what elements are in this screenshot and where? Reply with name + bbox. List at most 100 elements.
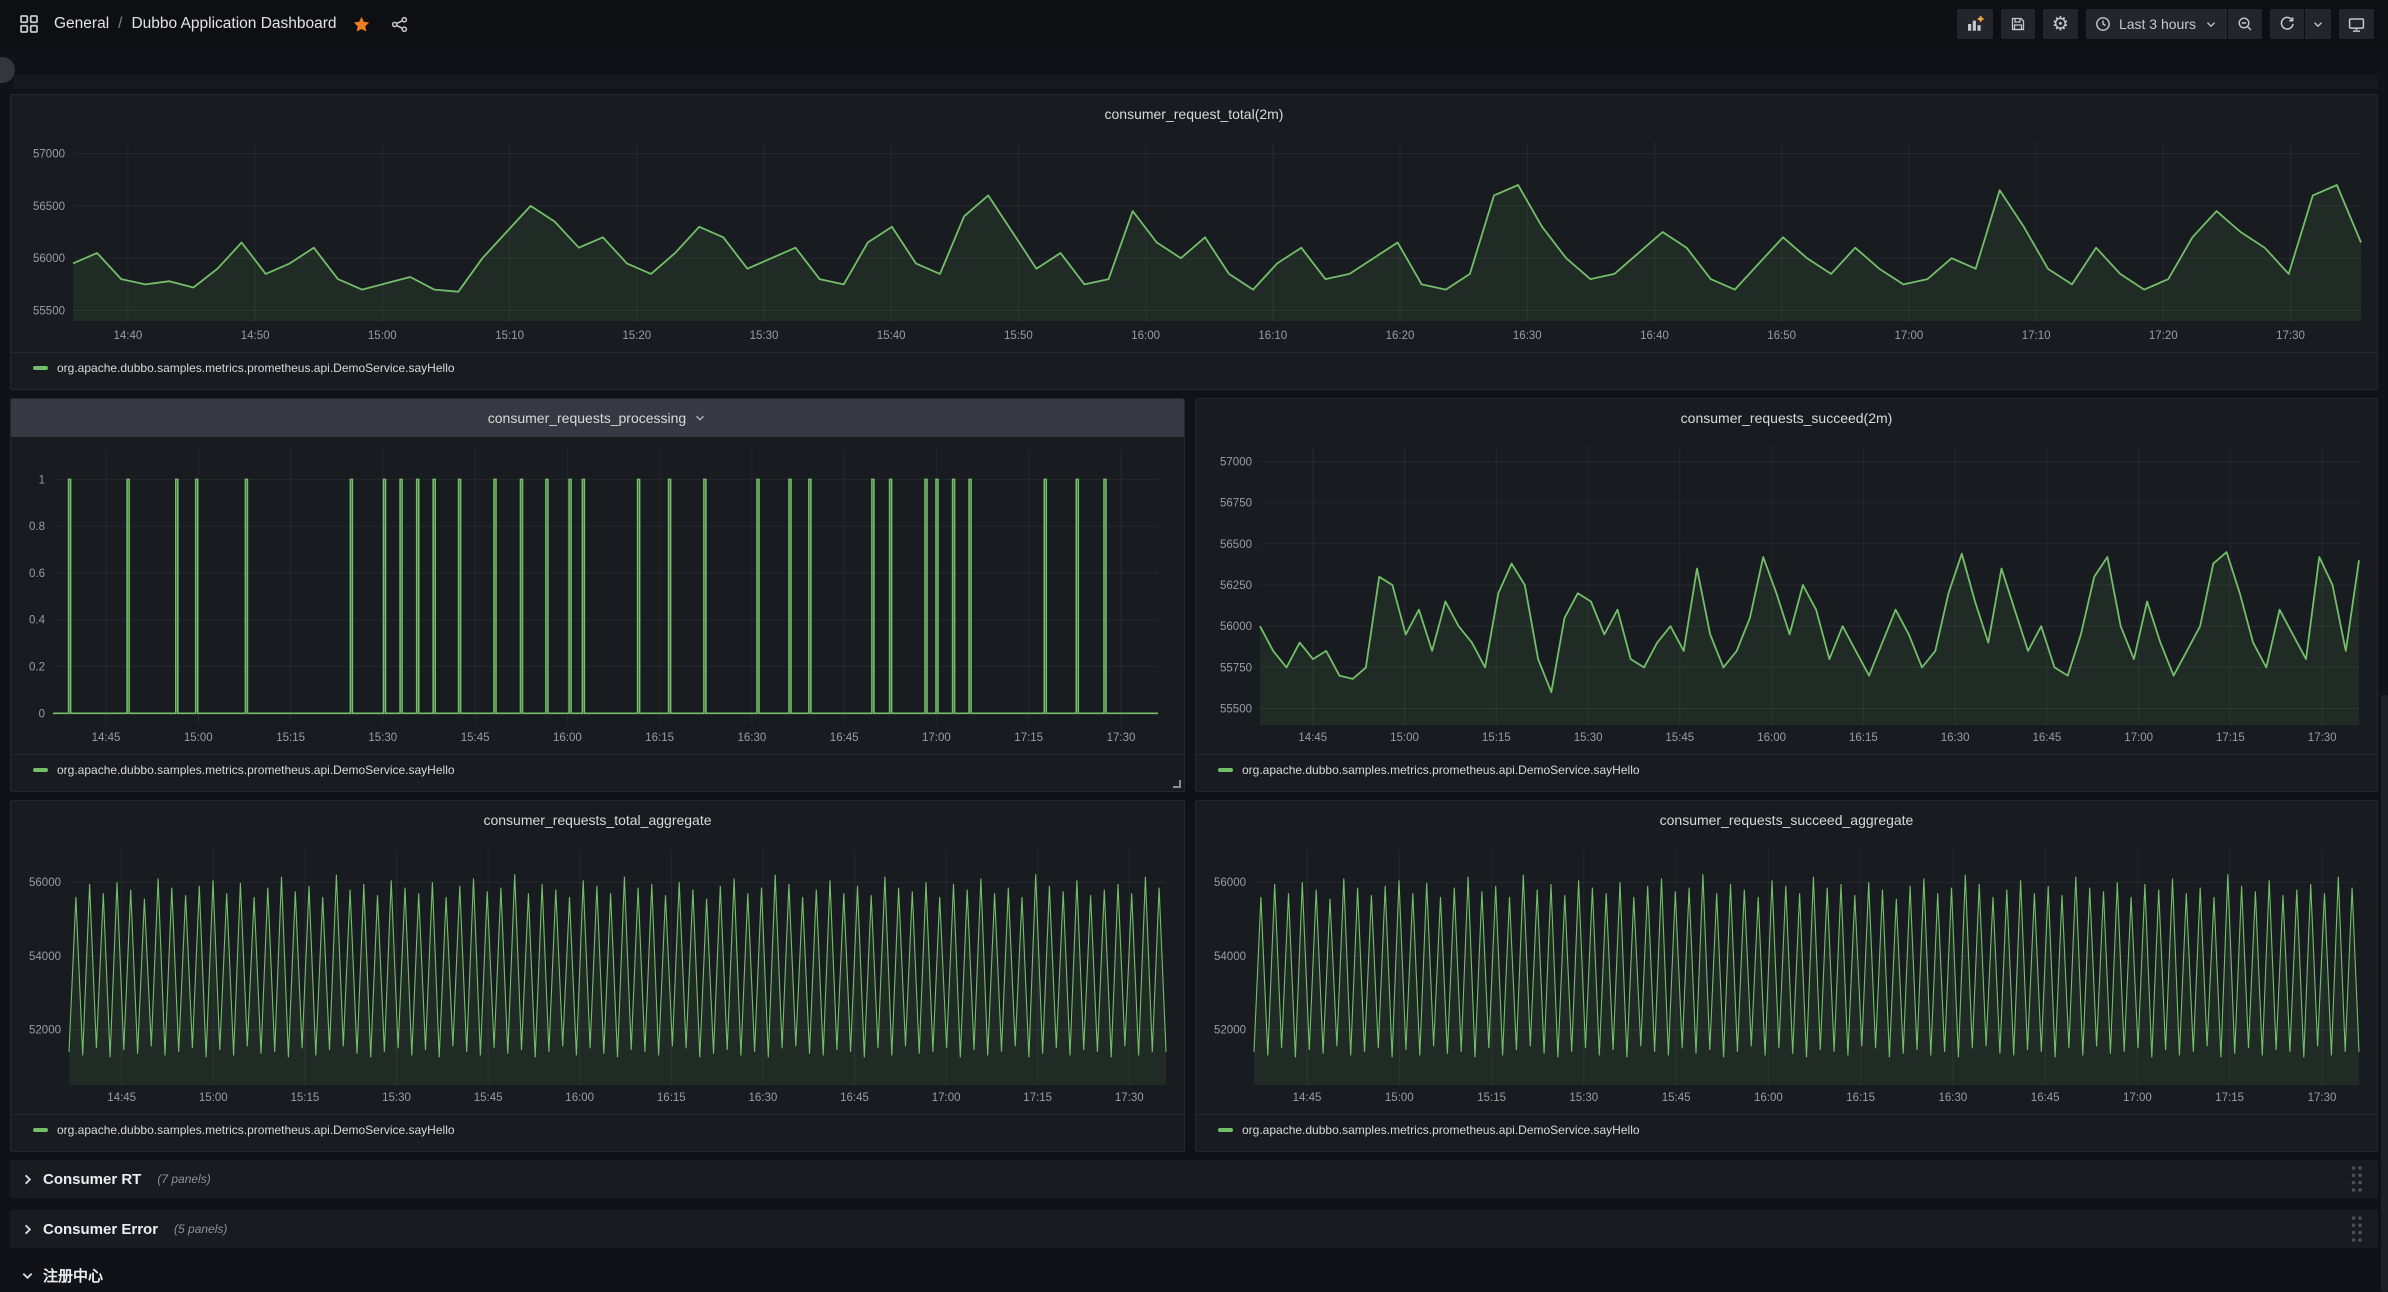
zoom-out-icon: [2237, 16, 2253, 32]
svg-text:16:45: 16:45: [840, 1092, 869, 1104]
svg-text:16:00: 16:00: [565, 1092, 594, 1104]
svg-text:14:50: 14:50: [241, 330, 270, 342]
legend-series-label[interactable]: org.apache.dubbo.samples.metrics.prometh…: [57, 1123, 455, 1137]
svg-text:56000: 56000: [1214, 877, 1246, 889]
add-panel-button[interactable]: [1957, 9, 1993, 39]
svg-text:15:00: 15:00: [1385, 1092, 1414, 1104]
refresh-button[interactable]: [2270, 9, 2304, 39]
svg-text:56500: 56500: [33, 201, 65, 213]
time-range-picker[interactable]: Last 3 hours: [2086, 9, 2227, 39]
panel-consumer-requests-succeed-aggregate: consumer_requests_succeed_aggregate 14:4…: [1195, 800, 2378, 1152]
svg-text:15:00: 15:00: [184, 732, 213, 744]
svg-text:14:40: 14:40: [114, 330, 143, 342]
row-title: 注册中心: [43, 1265, 103, 1286]
svg-text:17:15: 17:15: [1014, 732, 1043, 744]
vertical-scrollbar[interactable]: [2381, 48, 2388, 1292]
svg-text:16:15: 16:15: [1846, 1092, 1875, 1104]
svg-text:54000: 54000: [1214, 951, 1246, 963]
panel-title-bar[interactable]: consumer_requests_succeed(2m): [1196, 399, 2377, 437]
panel-title: consumer_requests_succeed(2m): [1681, 410, 1893, 426]
star-icon[interactable]: [349, 11, 375, 37]
refresh-interval-dropdown[interactable]: [2305, 9, 2331, 39]
svg-text:0.8: 0.8: [29, 521, 45, 533]
svg-text:15:45: 15:45: [1665, 732, 1694, 744]
row-consumer-rt[interactable]: Consumer RT (7 panels): [10, 1160, 2378, 1198]
cycle-view-mode-button[interactable]: [2339, 9, 2374, 39]
save-dashboard-button[interactable]: [2001, 9, 2035, 39]
row-title: Consumer Error: [43, 1221, 158, 1238]
breadcrumb-folder[interactable]: General: [54, 15, 109, 33]
svg-text:16:50: 16:50: [1767, 330, 1796, 342]
drag-handle-icon[interactable]: [2349, 1164, 2364, 1194]
svg-text:15:20: 15:20: [622, 330, 651, 342]
svg-text:16:15: 16:15: [657, 1092, 686, 1104]
svg-text:15:15: 15:15: [1482, 732, 1511, 744]
clipped-panel-top-edge: [13, 75, 2378, 89]
legend-series-swatch: [1218, 1128, 1233, 1132]
legend-series-label[interactable]: org.apache.dubbo.samples.metrics.prometh…: [1242, 1123, 1640, 1137]
legend-series-label[interactable]: org.apache.dubbo.samples.metrics.prometh…: [1242, 763, 1640, 777]
share-icon[interactable]: [387, 11, 413, 37]
dashboard-settings-button[interactable]: ⚙: [2043, 9, 2078, 39]
legend-series-label[interactable]: org.apache.dubbo.samples.metrics.prometh…: [57, 763, 455, 777]
panel-title-bar[interactable]: consumer_request_total(2m): [11, 95, 2377, 133]
save-icon: [2010, 16, 2026, 32]
svg-text:16:30: 16:30: [738, 732, 767, 744]
svg-text:16:00: 16:00: [1754, 1092, 1783, 1104]
time-series-plot[interactable]: 14:4014:5015:0015:1015:2015:3015:4015:50…: [11, 133, 2377, 352]
breadcrumb-separator: /: [118, 15, 122, 33]
panel-consumer-request-total: consumer_request_total(2m) 14:40 14:50 15:…: [10, 94, 2378, 390]
svg-text:17:00: 17:00: [2123, 1092, 2152, 1104]
svg-text:17:00: 17:00: [2124, 732, 2153, 744]
svg-text:15:45: 15:45: [474, 1092, 503, 1104]
svg-text:0.6: 0.6: [29, 568, 45, 580]
svg-text:56250: 56250: [1220, 580, 1252, 592]
row-consumer-error[interactable]: Consumer Error (5 panels): [10, 1210, 2378, 1248]
svg-text:16:45: 16:45: [2033, 732, 2062, 744]
svg-text:55500: 55500: [1220, 704, 1252, 716]
svg-text:17:30: 17:30: [2276, 330, 2305, 342]
zoom-out-time-button[interactable]: [2228, 9, 2262, 39]
svg-text:14:45: 14:45: [92, 732, 121, 744]
settings-gear-icon: ⚙: [2052, 15, 2069, 34]
svg-text:54000: 54000: [29, 951, 61, 963]
svg-text:0: 0: [39, 708, 45, 720]
row-registry-center[interactable]: 注册中心: [10, 1258, 2378, 1292]
panel-consumer-requests-succeed: consumer_requests_succeed(2m) 14:4515:00…: [1195, 398, 2378, 792]
panel-title-bar[interactable]: consumer_requests_processing: [11, 399, 1184, 437]
svg-text:0.2: 0.2: [29, 662, 45, 674]
svg-text:17:15: 17:15: [2216, 732, 2245, 744]
panel-title-bar[interactable]: consumer_requests_succeed_aggregate: [1196, 801, 2377, 839]
svg-text:16:00: 16:00: [1757, 732, 1786, 744]
time-series-plot[interactable]: 14:4515:0015:1515:3015:4516:0016:1516:30…: [11, 437, 1184, 754]
chevron-down-icon: [20, 1268, 35, 1283]
svg-text:17:15: 17:15: [1023, 1092, 1052, 1104]
svg-text:56750: 56750: [1220, 498, 1252, 510]
time-series-plot[interactable]: 14:4515:0015:1515:3015:4516:0016:1516:30…: [1196, 437, 2377, 754]
panel-menu-chevron-icon[interactable]: [693, 411, 707, 425]
svg-text:15:40: 15:40: [877, 330, 906, 342]
chevron-right-icon: [20, 1222, 35, 1237]
apps-grid-icon[interactable]: [16, 11, 42, 37]
legend-series-label[interactable]: org.apache.dubbo.samples.metrics.prometh…: [57, 361, 455, 375]
scrollbar-thumb[interactable]: [2381, 695, 2388, 1292]
drag-handle-icon[interactable]: [2349, 1214, 2364, 1244]
clock-icon: [2095, 16, 2111, 32]
panel-legend: org.apache.dubbo.samples.metrics.prometh…: [11, 1114, 1184, 1151]
row-panel-count: (5 panels): [174, 1222, 227, 1236]
svg-text:16:45: 16:45: [2031, 1092, 2060, 1104]
svg-text:17:20: 17:20: [2149, 330, 2178, 342]
time-series-plot[interactable]: 14:4515:0015:1515:3015:4516:0016:1516:30…: [11, 839, 1184, 1114]
svg-text:52000: 52000: [1214, 1025, 1246, 1037]
panel-title-bar[interactable]: consumer_requests_total_aggregate: [11, 801, 1184, 839]
svg-text:15:30: 15:30: [382, 1092, 411, 1104]
panel-resize-handle[interactable]: [1173, 780, 1181, 788]
row-title: Consumer RT: [43, 1171, 141, 1188]
svg-text:16:00: 16:00: [1131, 330, 1160, 342]
svg-text:1: 1: [39, 474, 45, 486]
time-series-plot[interactable]: 14:4515:0015:1515:3015:4516:0016:1516:30…: [1196, 839, 2377, 1114]
svg-text:15:50: 15:50: [1004, 330, 1033, 342]
svg-text:17:30: 17:30: [1107, 732, 1136, 744]
panel-title: consumer_requests_succeed_aggregate: [1660, 812, 1914, 828]
svg-text:57000: 57000: [1220, 457, 1252, 469]
